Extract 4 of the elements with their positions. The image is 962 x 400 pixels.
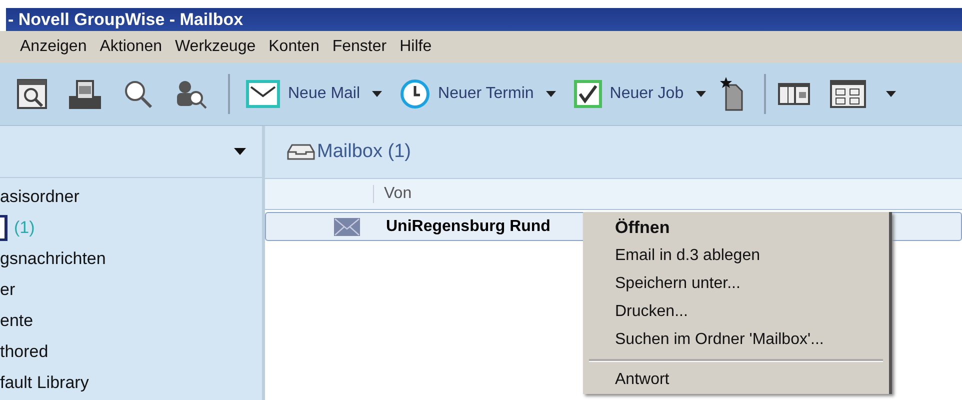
sender-name: UniRegensburg Rund <box>386 218 550 236</box>
unread-count: (1) <box>14 218 35 238</box>
folder-title: Mailbox (1) <box>317 141 411 163</box>
window-title: - Novell GroupWise - Mailbox <box>8 10 244 30</box>
